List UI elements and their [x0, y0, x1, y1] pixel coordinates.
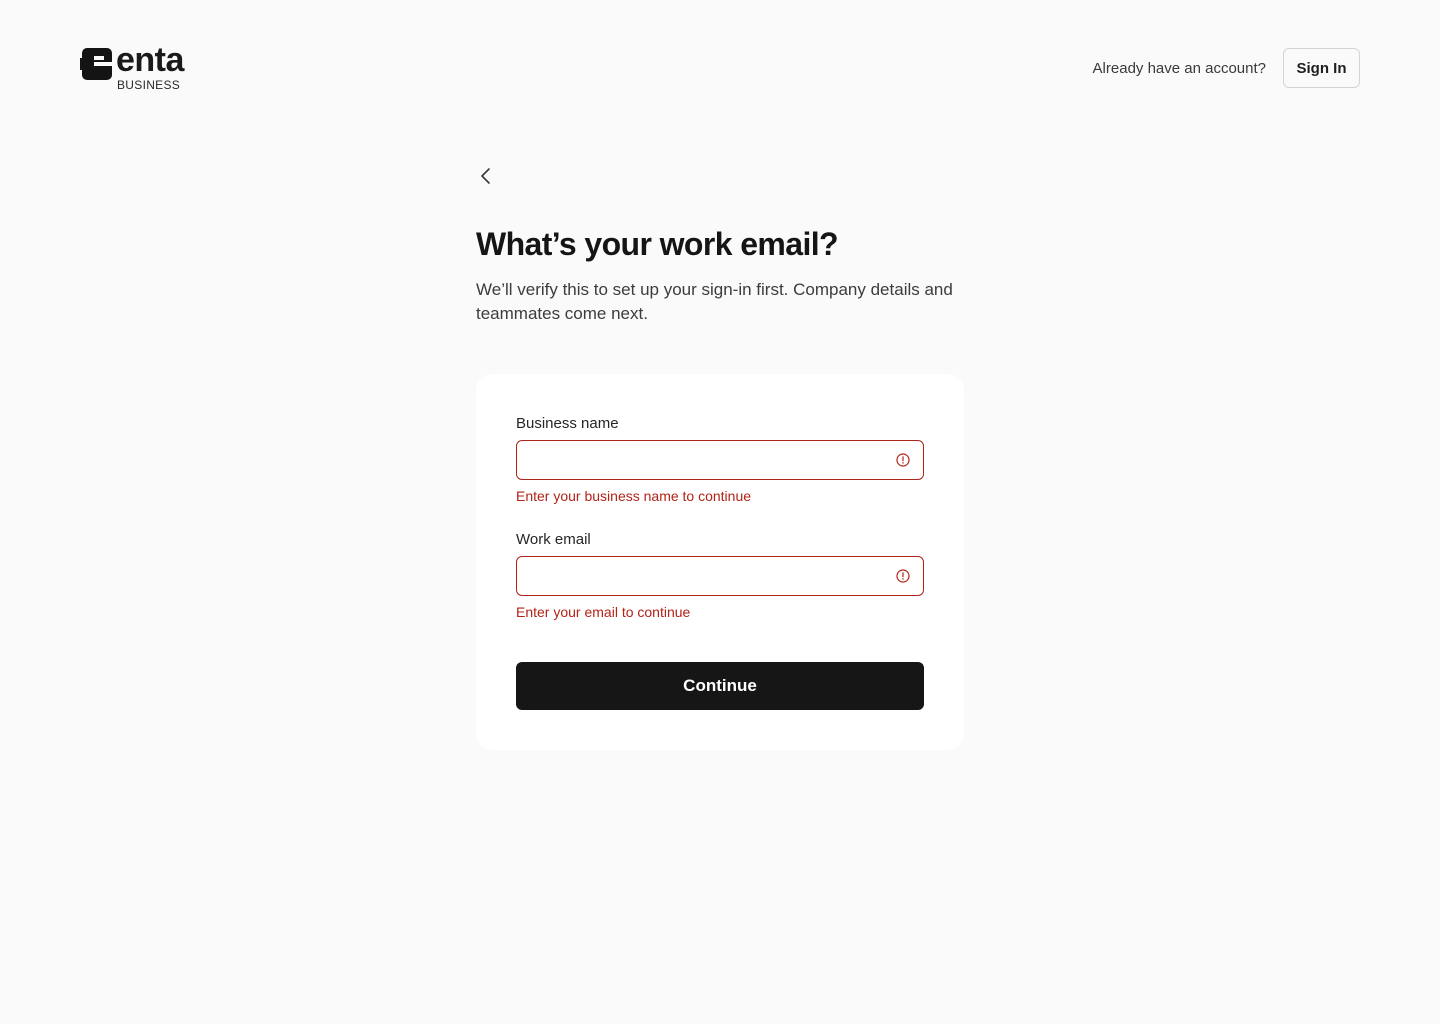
brand-name: enta — [116, 41, 184, 79]
back-button[interactable] — [476, 164, 496, 188]
business-name-input-wrapper — [516, 440, 924, 480]
chevron-left-icon — [481, 168, 490, 184]
header-account-area: Already have an account? Sign In — [1093, 48, 1360, 88]
work-email-input-wrapper — [516, 556, 924, 596]
alert-circle-icon — [896, 453, 910, 467]
business-name-error: Enter your business name to continue — [516, 488, 752, 504]
business-name-label: Business name — [516, 415, 619, 432]
page-title: What’s your work email? — [476, 226, 839, 262]
signup-form-card: Business name Enter your business name t… — [476, 374, 964, 750]
work-email-label: Work email — [516, 531, 591, 548]
business-name-input[interactable] — [517, 441, 887, 479]
header: enta BUSINESS Already have an account? S… — [0, 0, 1440, 136]
enta-logo-icon — [80, 48, 112, 80]
alert-circle-icon — [896, 569, 910, 583]
page-subtitle: We’ll verify this to set up your sign-in… — [476, 280, 953, 323]
brand-subtitle: BUSINESS — [117, 78, 181, 92]
sign-in-button[interactable]: Sign In — [1283, 48, 1360, 88]
continue-button[interactable]: Continue — [516, 662, 924, 710]
already-have-account-text: Already have an account? — [1092, 59, 1266, 77]
work-email-input[interactable] — [517, 557, 887, 595]
work-email-error: Enter your email to continue — [516, 604, 691, 620]
brand-logo[interactable]: enta BUSINESS — [80, 41, 204, 92]
